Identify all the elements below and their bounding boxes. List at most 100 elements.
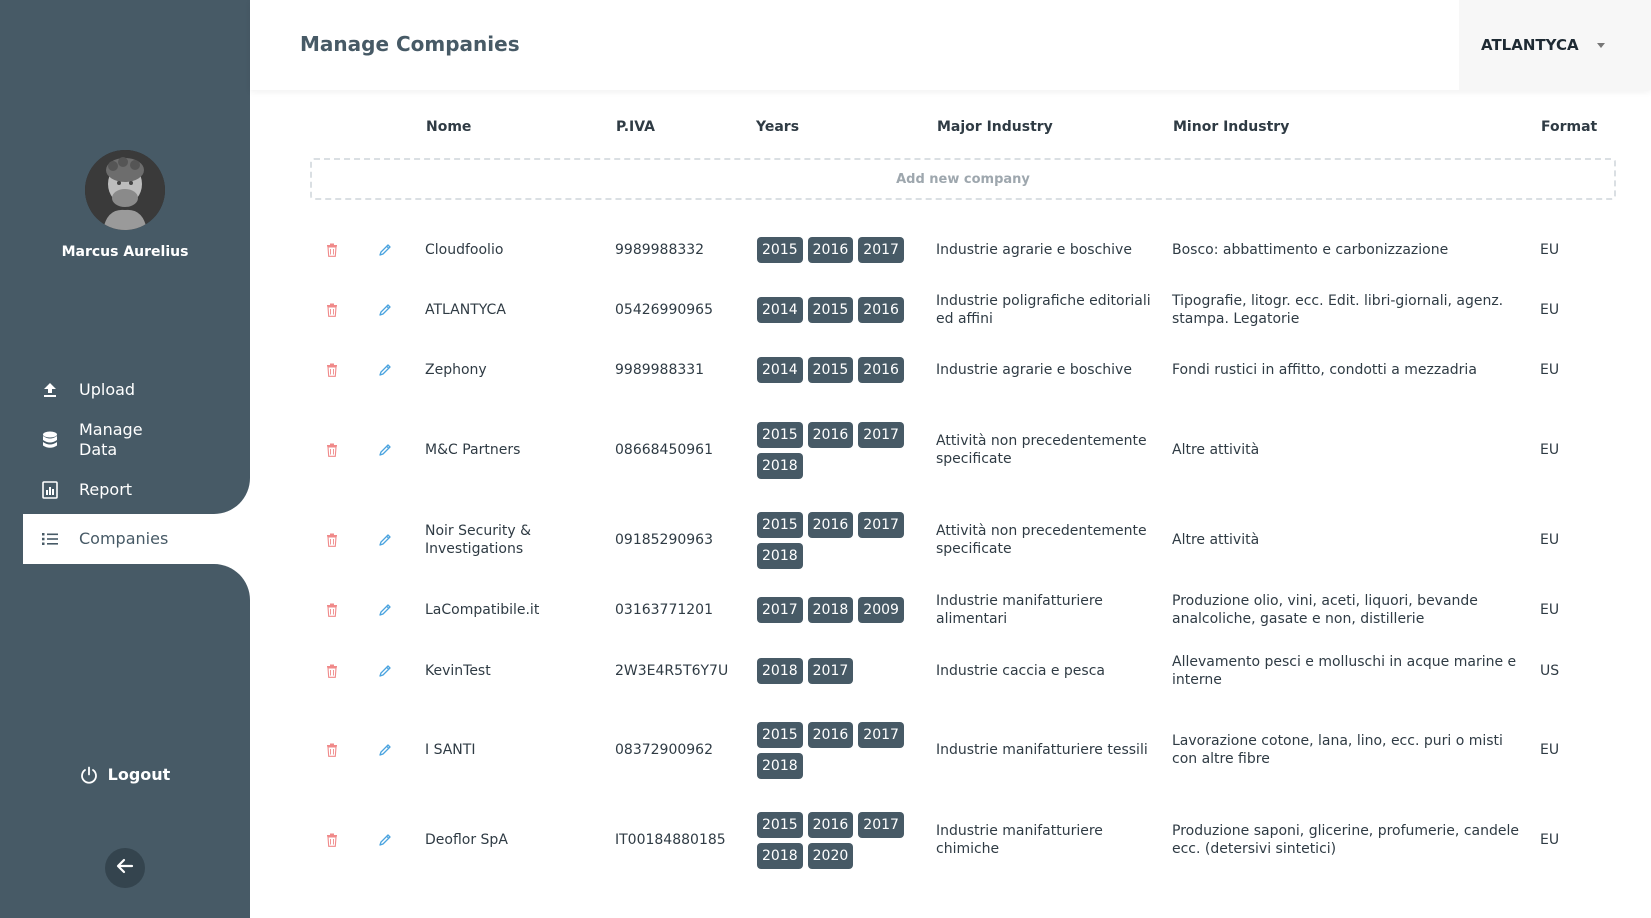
edit-company-button[interactable] bbox=[376, 700, 394, 800]
pencil-icon bbox=[378, 533, 392, 547]
company-piva: 9989988332 bbox=[615, 242, 705, 258]
trash-icon bbox=[326, 303, 338, 317]
sidebar-item-label: Companies bbox=[79, 529, 169, 548]
company-selector[interactable]: ATLANTYCA bbox=[1459, 0, 1651, 90]
year-badge[interactable]: 2015 bbox=[757, 721, 803, 748]
year-badge[interactable]: 2016 bbox=[807, 421, 854, 448]
add-new-company-button[interactable]: Add new company bbox=[310, 158, 1616, 200]
company-piva: 2W3E4R5T6Y7U bbox=[615, 663, 729, 679]
edit-company-button[interactable] bbox=[376, 220, 394, 280]
sidebar-item-companies[interactable]: Companies bbox=[38, 527, 168, 551]
pencil-icon bbox=[378, 833, 392, 847]
company-name: I SANTI bbox=[425, 742, 476, 758]
list-icon bbox=[38, 527, 62, 551]
year-badge[interactable]: 2015 bbox=[757, 421, 803, 448]
major-industry: Industrie manifatturiere chimiche bbox=[936, 823, 1103, 857]
edit-company-button[interactable] bbox=[376, 340, 394, 400]
year-badge[interactable]: 2016 bbox=[858, 357, 904, 383]
year-badge[interactable]: 2017 bbox=[858, 511, 904, 538]
major-industry: Attività non precedentemente specificate bbox=[936, 433, 1147, 467]
year-badge[interactable]: 2017 bbox=[757, 597, 803, 623]
edit-company-button[interactable] bbox=[376, 490, 394, 590]
column-header-years[interactable]: Years bbox=[756, 119, 799, 135]
company-format: EU bbox=[1540, 362, 1560, 378]
delete-company-button[interactable] bbox=[323, 490, 341, 590]
logout-button[interactable]: Logout bbox=[0, 765, 250, 784]
table-row: Cloudfoolio 9989988332 2015 2016 2017 Industr… bbox=[310, 220, 1630, 280]
delete-company-button[interactable] bbox=[323, 340, 341, 400]
edit-company-button[interactable] bbox=[376, 580, 394, 640]
column-header-major-industry[interactable]: Major Industry bbox=[937, 119, 1053, 135]
year-badge[interactable]: 2018 bbox=[807, 597, 854, 623]
year-badge[interactable]: 2020 bbox=[807, 842, 854, 869]
year-badge[interactable]: 2017 bbox=[858, 237, 904, 263]
year-badge[interactable]: 2018 bbox=[757, 658, 803, 684]
year-badge[interactable]: 2015 bbox=[757, 811, 803, 838]
year-badge[interactable]: 2015 bbox=[757, 511, 803, 538]
delete-company-button[interactable] bbox=[323, 220, 341, 280]
column-header-format[interactable]: Format bbox=[1541, 119, 1597, 135]
major-industry: Industrie poligrafiche editoriali ed aff… bbox=[936, 293, 1151, 327]
page-title: Manage Companies bbox=[300, 32, 520, 56]
year-badge[interactable]: 2016 bbox=[807, 511, 854, 538]
company-piva: 05426990965 bbox=[615, 302, 713, 318]
year-badge[interactable]: 2009 bbox=[858, 597, 904, 623]
minor-industry: Tipografie, litogr. ecc. Edit. libri-gio… bbox=[1172, 293, 1504, 327]
avatar[interactable] bbox=[85, 150, 165, 230]
year-badge[interactable]: 2016 bbox=[807, 721, 854, 748]
delete-company-button[interactable] bbox=[323, 580, 341, 640]
year-badge[interactable]: 2018 bbox=[757, 842, 803, 869]
years-cell: 2015 2016 2017 2018 bbox=[757, 400, 907, 500]
year-badge[interactable]: 2015 bbox=[807, 297, 854, 323]
sidebar-item-upload[interactable]: Upload bbox=[38, 378, 135, 402]
edit-company-button[interactable] bbox=[376, 790, 394, 890]
collapse-sidebar-button[interactable] bbox=[105, 848, 145, 888]
year-badge[interactable]: 2016 bbox=[807, 237, 854, 263]
year-badge[interactable]: 2017 bbox=[858, 721, 904, 748]
table-row: LaCompatibile.it 03163771201 2017 2018 2009 I… bbox=[310, 580, 1630, 640]
major-industry: Industrie agrarie e boschive bbox=[936, 362, 1132, 378]
upload-icon bbox=[38, 378, 62, 402]
minor-industry: Altre attività bbox=[1172, 532, 1260, 548]
year-badge[interactable]: 2018 bbox=[757, 452, 803, 479]
table-row: ATLANTYCA 05426990965 2014 2015 2016 Industri… bbox=[310, 280, 1630, 340]
year-badge[interactable]: 2014 bbox=[757, 297, 803, 323]
year-badge[interactable]: 2016 bbox=[807, 811, 854, 838]
year-badge[interactable]: 2014 bbox=[757, 357, 803, 383]
table-row: KevinTest 2W3E4R5T6Y7U 2018 2017 Industrie c… bbox=[310, 640, 1630, 702]
year-badge[interactable]: 2017 bbox=[858, 421, 904, 448]
edit-company-button[interactable] bbox=[376, 400, 394, 500]
delete-company-button[interactable] bbox=[323, 280, 341, 340]
year-badge[interactable]: 2015 bbox=[757, 237, 803, 263]
column-header-minor-industry[interactable]: Minor Industry bbox=[1173, 119, 1289, 135]
sidebar-item-manage-data[interactable]: Manage Data bbox=[38, 420, 159, 460]
delete-company-button[interactable] bbox=[323, 700, 341, 800]
edit-company-button[interactable] bbox=[376, 640, 394, 702]
trash-icon bbox=[326, 363, 338, 377]
years-cell: 2017 2018 2009 bbox=[757, 580, 907, 640]
trash-icon bbox=[326, 443, 338, 457]
trash-icon bbox=[326, 243, 338, 257]
company-piva: 08668450961 bbox=[615, 442, 713, 458]
delete-company-button[interactable] bbox=[323, 790, 341, 890]
user-name: Marcus Aurelius bbox=[61, 244, 189, 260]
year-badge[interactable]: 2017 bbox=[858, 811, 904, 838]
edit-company-button[interactable] bbox=[376, 280, 394, 340]
table-row: I SANTI 08372900962 2015 2016 2017 2018 Indust… bbox=[310, 700, 1630, 800]
company-name: Noir Security & Investigations bbox=[425, 523, 531, 557]
year-badge[interactable]: 2018 bbox=[757, 752, 803, 779]
delete-company-button[interactable] bbox=[323, 400, 341, 500]
sidebar-item-report[interactable]: Report bbox=[38, 478, 132, 502]
year-badge[interactable]: 2017 bbox=[807, 658, 854, 684]
column-header-piva[interactable]: P.IVA bbox=[616, 119, 655, 135]
year-badge[interactable]: 2015 bbox=[807, 357, 854, 383]
years-cell: 2015 2016 2017 bbox=[757, 220, 907, 280]
year-badge[interactable]: 2016 bbox=[858, 297, 904, 323]
year-badge[interactable]: 2018 bbox=[757, 542, 803, 569]
company-format: EU bbox=[1540, 242, 1560, 258]
delete-company-button[interactable] bbox=[323, 640, 341, 702]
minor-industry: Bosco: abbattimento e carbonizzazione bbox=[1172, 242, 1449, 258]
company-selector-value: ATLANTYCA bbox=[1481, 36, 1579, 54]
column-header-name[interactable]: Nome bbox=[426, 119, 471, 135]
company-format: EU bbox=[1540, 442, 1560, 458]
